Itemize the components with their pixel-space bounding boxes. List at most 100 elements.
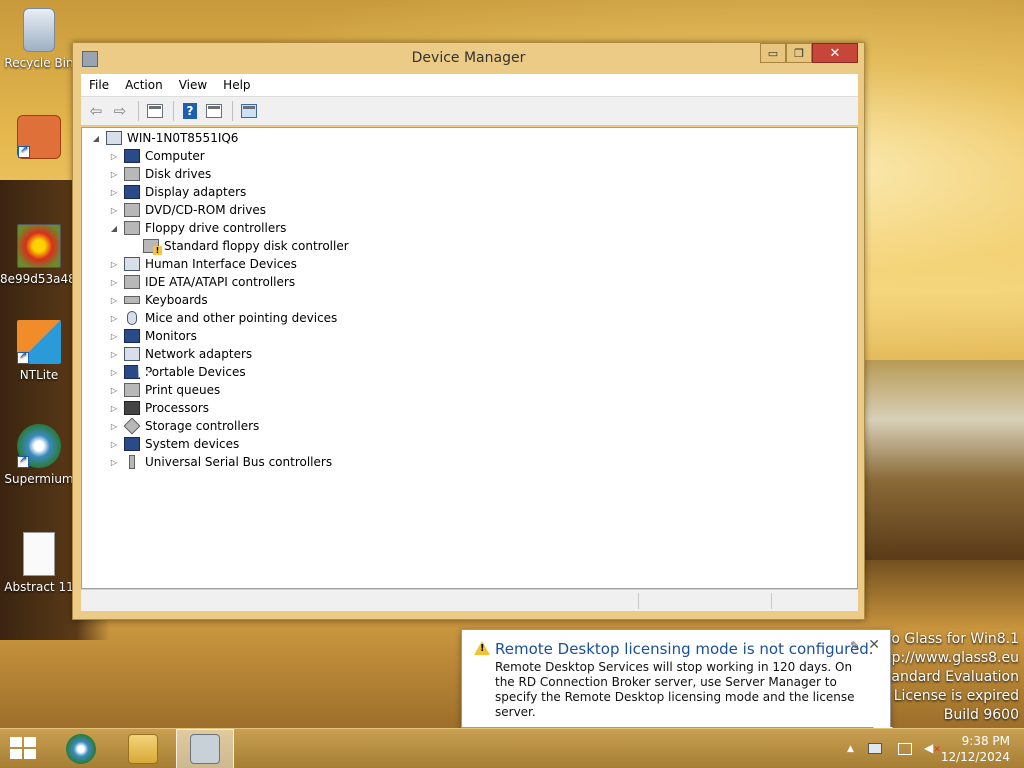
- desktop-icon-recycle-bin[interactable]: Recycle Bin: [0, 8, 78, 70]
- desktop-icon-shortcut[interactable]: [0, 115, 78, 163]
- minimize-button[interactable]: ▭: [760, 43, 786, 63]
- hid-icon: [124, 257, 140, 271]
- expand-icon[interactable]: ▷: [108, 260, 120, 269]
- tree-item-ide-controllers[interactable]: ▷ IDE ATA/ATAPI controllers: [108, 273, 295, 291]
- help-button[interactable]: ?: [179, 100, 201, 122]
- desktop-icon-image-file[interactable]: 8e99d53a48...: [0, 224, 78, 286]
- watermark-line: Build 9600: [943, 707, 1019, 723]
- maximize-button[interactable]: ❐: [786, 43, 812, 63]
- menu-file[interactable]: File: [89, 78, 109, 92]
- expand-icon[interactable]: ▷: [108, 188, 120, 197]
- menu-help[interactable]: Help: [223, 78, 250, 92]
- scan-hardware-button[interactable]: [238, 100, 260, 122]
- watermark-line: http://www.glass8.eu: [871, 650, 1019, 666]
- tree-item-processors[interactable]: ▷ Processors: [108, 399, 209, 417]
- start-button[interactable]: [10, 737, 38, 761]
- desktop-icon-ntlite[interactable]: NTLite: [0, 320, 78, 382]
- tree-item-usb-controllers[interactable]: ▷ Universal Serial Bus controllers: [108, 453, 332, 471]
- expand-icon[interactable]: ▷: [108, 350, 120, 359]
- expand-icon[interactable]: ▷: [108, 152, 120, 161]
- menu-action[interactable]: Action: [125, 78, 163, 92]
- tree-item-display-adapters[interactable]: ▷ Display adapters: [108, 183, 246, 201]
- network-icon[interactable]: [898, 743, 912, 755]
- processor-icon: [124, 401, 140, 415]
- windows-logo-icon: [10, 749, 22, 759]
- tree-item-storage-controllers[interactable]: ▷ Storage controllers: [108, 417, 259, 435]
- wrench-icon[interactable]: ✎: [850, 639, 860, 653]
- tree-item-network-adapters[interactable]: ▷ Network adapters: [108, 345, 252, 363]
- tree-item-floppy-controllers[interactable]: ◢ Floppy drive controllers: [108, 219, 286, 237]
- expand-icon[interactable]: ▷: [108, 332, 120, 341]
- desktop-icon-label: 8e99d53a48...: [0, 272, 78, 286]
- close-button[interactable]: ✕: [812, 43, 858, 63]
- ntlite-icon: [17, 320, 61, 364]
- expand-icon[interactable]: ▷: [108, 368, 120, 377]
- show-hidden-icons-button[interactable]: ▲: [847, 744, 854, 754]
- tree-item-standard-floppy[interactable]: Standard floppy disk controller: [127, 237, 349, 255]
- image-file-icon: [17, 224, 61, 268]
- desktop-icon-label: NTLite: [19, 368, 59, 382]
- back-button[interactable]: ⇦: [85, 100, 107, 122]
- tree-item-dvd-drives[interactable]: ▷ DVD/CD-ROM drives: [108, 201, 266, 219]
- expand-icon[interactable]: ▷: [108, 440, 120, 449]
- tree-item-disk-drives[interactable]: ▷ Disk drives: [108, 165, 211, 183]
- forward-button[interactable]: ⇨: [109, 100, 131, 122]
- tree-item-computer[interactable]: ▷ Computer: [108, 147, 205, 165]
- expand-icon[interactable]: ▷: [108, 206, 120, 215]
- taskbar-clock[interactable]: 9:38 PM 12/12/2024: [941, 733, 1010, 765]
- expand-icon[interactable]: ▷: [108, 314, 120, 323]
- expand-icon[interactable]: ▷: [108, 404, 120, 413]
- properties-icon: [147, 104, 163, 118]
- taskbar-file-explorer[interactable]: [114, 729, 172, 768]
- tree-item-hid[interactable]: ▷ Human Interface Devices: [108, 255, 297, 273]
- keyboard-icon: [124, 296, 140, 304]
- tree-item-mice[interactable]: ▷ Mice and other pointing devices: [108, 309, 337, 327]
- watermark-line: s License is expired: [882, 688, 1019, 704]
- expand-icon[interactable]: ▷: [108, 296, 120, 305]
- collapse-icon[interactable]: ◢: [90, 134, 102, 143]
- expand-icon[interactable]: ▷: [108, 458, 120, 467]
- desktop-icon-abstract[interactable]: Abstract 11: [0, 532, 78, 594]
- scan-hardware-icon: [241, 104, 257, 118]
- device-manager-icon: [190, 734, 220, 764]
- recycle-bin-icon: [23, 8, 55, 52]
- system-device-icon: [124, 437, 140, 451]
- properties-button[interactable]: [144, 100, 166, 122]
- windows-logo-icon: [10, 737, 22, 747]
- computer-icon: [124, 149, 140, 163]
- licensing-notification[interactable]: Remote Desktop licensing mode is not con…: [461, 629, 893, 737]
- menu-view[interactable]: View: [179, 78, 207, 92]
- tree-item-label: Processors: [145, 401, 210, 415]
- tree-item-system-devices[interactable]: ▷ System devices: [108, 435, 239, 453]
- collapse-icon[interactable]: ◢: [108, 224, 120, 233]
- taskbar-browser[interactable]: [52, 729, 110, 768]
- windows-logo-icon: [24, 737, 36, 747]
- action-center-icon[interactable]: [868, 743, 882, 754]
- tree-item-keyboards[interactable]: ▷ Keyboards: [108, 291, 208, 309]
- watermark-line: Standard Evaluation: [876, 669, 1019, 685]
- expand-icon[interactable]: ▷: [108, 278, 120, 287]
- expand-icon[interactable]: ▷: [108, 170, 120, 179]
- tree-item-monitors[interactable]: ▷ Monitors: [108, 327, 197, 345]
- floppy-controller-icon: [124, 221, 140, 235]
- tree-item-label: Standard floppy disk controller: [164, 239, 349, 253]
- printer-icon: [124, 383, 140, 397]
- tree-item-portable-devices[interactable]: ▷ Portable Devices: [108, 363, 246, 381]
- expand-icon[interactable]: ▷: [108, 422, 120, 431]
- app-shortcut-icon: [17, 115, 61, 159]
- desktop-icon-supermium[interactable]: Supermium: [0, 424, 78, 486]
- expand-icon[interactable]: ▷: [108, 386, 120, 395]
- view-button[interactable]: [203, 100, 225, 122]
- browser-icon: [17, 424, 61, 468]
- tree-item-print-queues[interactable]: ▷ Print queues: [108, 381, 220, 399]
- usb-controller-icon: [129, 455, 135, 469]
- notification-close-button[interactable]: ✕: [868, 637, 880, 653]
- title-bar[interactable]: Device Manager ▭ ❐ ✕: [73, 43, 864, 73]
- window-title: Device Manager: [411, 50, 526, 66]
- tree-root[interactable]: ◢ WIN-1N0T8551IQ6: [90, 129, 238, 147]
- notification-title: Remote Desktop licensing mode is not con…: [495, 640, 874, 658]
- view-icon: [206, 104, 222, 118]
- taskbar-device-manager[interactable]: [176, 729, 234, 768]
- window-controls: ▭ ❐ ✕: [760, 43, 858, 63]
- volume-muted-icon[interactable]: ◀✕: [924, 741, 941, 755]
